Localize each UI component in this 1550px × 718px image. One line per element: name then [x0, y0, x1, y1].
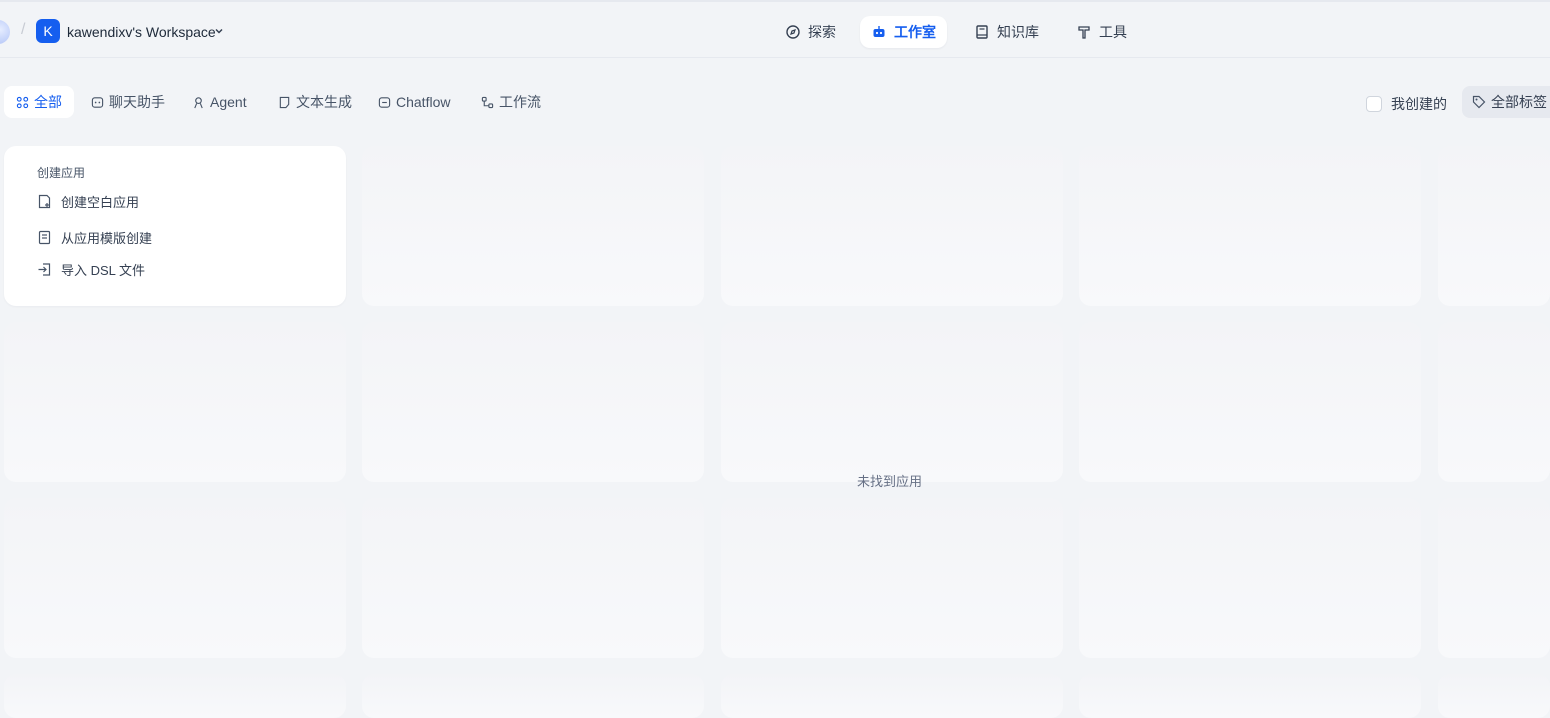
placeholder-card: [721, 674, 1063, 718]
tab-all-label: 全部: [34, 94, 62, 110]
create-blank-app-label: 创建空白应用: [61, 195, 140, 210]
placeholder-card: [1079, 674, 1421, 718]
placeholder-card: [1079, 322, 1421, 482]
breadcrumb-separator: /: [21, 21, 26, 38]
placeholder-card: [362, 146, 704, 306]
placeholder-card: [721, 322, 1063, 482]
create-app-title: 创建应用: [37, 166, 86, 180]
create-app-card: 创建应用 创建空白应用 从应用模版创建 导入 DSL 文件: [4, 146, 346, 306]
placeholder-card: [4, 498, 346, 658]
placeholder-card: [362, 322, 704, 482]
workflow-icon: [481, 96, 494, 108]
created-by-me-checkbox[interactable]: [1366, 96, 1382, 112]
tab-chat-assistant-label: 聊天助手: [109, 94, 165, 110]
chevron-down-icon[interactable]: [214, 26, 224, 36]
robot-icon: [873, 26, 885, 37]
tab-workflow-label: 工作流: [499, 94, 541, 110]
nav-explore[interactable]: 探索: [774, 16, 847, 48]
chatflow-icon: [378, 96, 391, 108]
create-from-template-button[interactable]: 从应用模版创建: [37, 228, 152, 247]
nav-knowledge-label: 知识库: [997, 24, 1039, 40]
tab-chatflow[interactable]: Chatflow: [366, 86, 462, 118]
chat-bot-icon: [91, 96, 104, 108]
create-from-template-label: 从应用模版创建: [61, 231, 153, 246]
created-by-me-label: 我创建的: [1391, 96, 1447, 112]
tab-workflow[interactable]: 工作流: [469, 86, 553, 118]
placeholder-card: [362, 674, 704, 718]
all-tags-button[interactable]: 全部标签: [1462, 86, 1550, 118]
agent-icon: [194, 96, 203, 108]
nav-explore-label: 探索: [808, 24, 836, 40]
app-logo[interactable]: [0, 20, 10, 44]
nav-studio-label: 工作室: [894, 24, 936, 40]
tab-text-generation-label: 文本生成: [296, 94, 352, 110]
tab-chat-assistant[interactable]: 聊天助手: [79, 86, 177, 118]
placeholder-card: [1438, 674, 1550, 718]
book-icon: [976, 25, 988, 39]
placeholder-card: [721, 498, 1063, 658]
placeholder-card: [1079, 146, 1421, 306]
import-icon: [38, 263, 51, 276]
nav-tools[interactable]: 工具: [1065, 16, 1138, 48]
top-bar: / K kawendixv's Workspace 探索 工作室 知识库 工具: [0, 0, 1550, 58]
import-dsl-button[interactable]: 导入 DSL 文件: [37, 260, 145, 279]
text-doc-icon: [279, 96, 290, 108]
placeholder-card: [1079, 498, 1421, 658]
placeholder-card: [1438, 322, 1550, 482]
nav-knowledge[interactable]: 知识库: [963, 16, 1050, 48]
created-by-me-filter[interactable]: 我创建的: [1366, 94, 1447, 114]
compass-icon: [786, 25, 800, 39]
tab-text-generation[interactable]: 文本生成: [266, 86, 364, 118]
filter-row: 全部 聊天助手 Agent 文本生成 Chatflow 工作流 我创建的 全部标…: [0, 86, 1550, 118]
all-tags-label: 全部标签: [1491, 94, 1547, 110]
import-dsl-label: 导入 DSL 文件: [61, 263, 146, 278]
hammer-icon: [1078, 26, 1090, 39]
tab-agent[interactable]: Agent: [180, 86, 259, 118]
create-blank-app-button[interactable]: 创建空白应用: [37, 192, 139, 211]
nav-studio[interactable]: 工作室: [860, 16, 947, 48]
grid-icon: [16, 96, 29, 108]
nav-tools-label: 工具: [1099, 24, 1127, 40]
tab-agent-label: Agent: [210, 94, 247, 110]
workspace-avatar[interactable]: K: [36, 19, 60, 43]
empty-state-text: 未找到应用: [857, 474, 923, 489]
tag-icon: [1472, 95, 1486, 109]
tab-chatflow-label: Chatflow: [396, 94, 451, 110]
placeholder-card: [362, 498, 704, 658]
placeholder-card: [721, 146, 1063, 306]
new-file-icon: [38, 194, 51, 209]
workspace-name[interactable]: kawendixv's Workspace: [67, 24, 216, 40]
placeholder-card: [1438, 146, 1550, 306]
placeholder-card: [1438, 498, 1550, 658]
tab-all[interactable]: 全部: [4, 86, 74, 118]
template-icon: [38, 230, 51, 245]
placeholder-card: [4, 322, 346, 482]
placeholder-card: [4, 674, 346, 718]
